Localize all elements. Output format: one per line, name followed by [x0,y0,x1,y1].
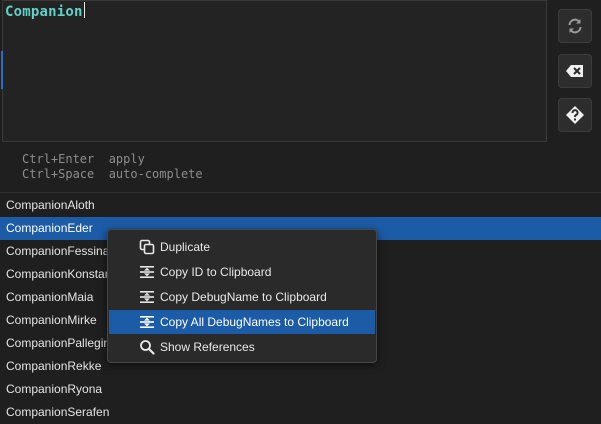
shortcut-hints: Ctrl+Enter apply Ctrl+Space auto-complete [22,152,203,182]
menu-item-label: Copy All DebugNames to Clipboard [160,315,349,329]
menu-item-copy-debugname[interactable]: Copy DebugName to Clipboard [109,285,375,309]
duplicate-icon [138,238,156,256]
help-button[interactable] [558,98,592,132]
hint-keys: Ctrl+Enter [22,152,95,166]
query-editor[interactable]: Companion [1,0,547,142]
text-caret [83,2,85,18]
menu-item-label: Duplicate [160,240,211,254]
query-line: Companion [5,2,85,20]
divider [0,192,601,193]
list-item[interactable]: CompanionRyona [0,378,601,401]
refresh-icon [568,18,582,34]
context-menu: Duplicate Copy ID to Clipboard Copy Debu… [107,229,377,363]
list-item[interactable]: CompanionAloth [0,194,601,217]
copy-icon [138,263,156,281]
list-item[interactable]: CompanionSerafen [0,401,601,424]
search-icon [138,338,156,356]
editor-focus-marker [1,51,3,89]
menu-item-label: Copy ID to Clipboard [160,265,272,279]
hint-keys: Ctrl+Space [22,167,95,181]
menu-item-label: Show References [160,340,255,354]
menu-item-label: Copy DebugName to Clipboard [160,290,327,304]
clear-button[interactable] [558,54,592,88]
hint-action: apply [108,152,145,166]
clear-icon [566,65,583,77]
menu-item-duplicate[interactable]: Duplicate [109,235,375,259]
hint-action: auto-complete [108,167,203,181]
copy-icon [138,288,156,306]
copy-icon [138,313,156,331]
hint-apply: Ctrl+Enter apply [22,152,203,167]
refresh-button[interactable] [558,9,592,43]
query-text: Companion [5,4,83,20]
menu-item-show-references[interactable]: Show References [109,335,375,359]
hint-autocomplete: Ctrl+Space auto-complete [22,167,203,182]
menu-item-copy-all-debugnames[interactable]: Copy All DebugNames to Clipboard [109,310,375,334]
menu-item-copy-id[interactable]: Copy ID to Clipboard [109,260,375,284]
help-icon [566,106,584,124]
